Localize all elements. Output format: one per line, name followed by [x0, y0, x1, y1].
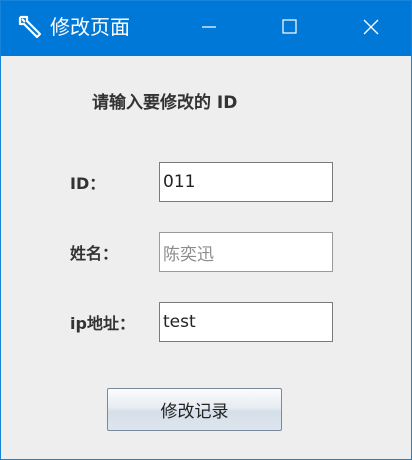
minimize-icon: [202, 19, 216, 38]
id-label: ID：: [70, 174, 106, 193]
ip-address-label: ip地址：: [70, 314, 135, 333]
name-field[interactable]: [159, 232, 333, 272]
ip-address-field[interactable]: [159, 302, 333, 342]
wrench-icon: [17, 14, 43, 40]
form-prompt: 请输入要修改的 ID: [92, 93, 238, 113]
maximize-button[interactable]: [250, 1, 330, 56]
maximize-icon: [282, 18, 298, 39]
close-icon: [363, 19, 379, 39]
minimize-button[interactable]: [169, 1, 249, 56]
name-label: 姓名：: [70, 244, 119, 263]
title-bar[interactable]: 修改页面: [1, 1, 411, 56]
form-panel: 请输入要修改的 ID ID： 姓名： ip地址： 修改记录: [1, 56, 411, 459]
modify-record-button[interactable]: 修改记录: [107, 388, 282, 431]
window-title: 修改页面: [50, 15, 130, 39]
close-button[interactable]: [331, 1, 411, 56]
edit-window: 修改页面 请输入要修改的 ID ID： 姓名： ip地址： 修改记录: [0, 0, 412, 460]
id-field[interactable]: [159, 162, 333, 202]
